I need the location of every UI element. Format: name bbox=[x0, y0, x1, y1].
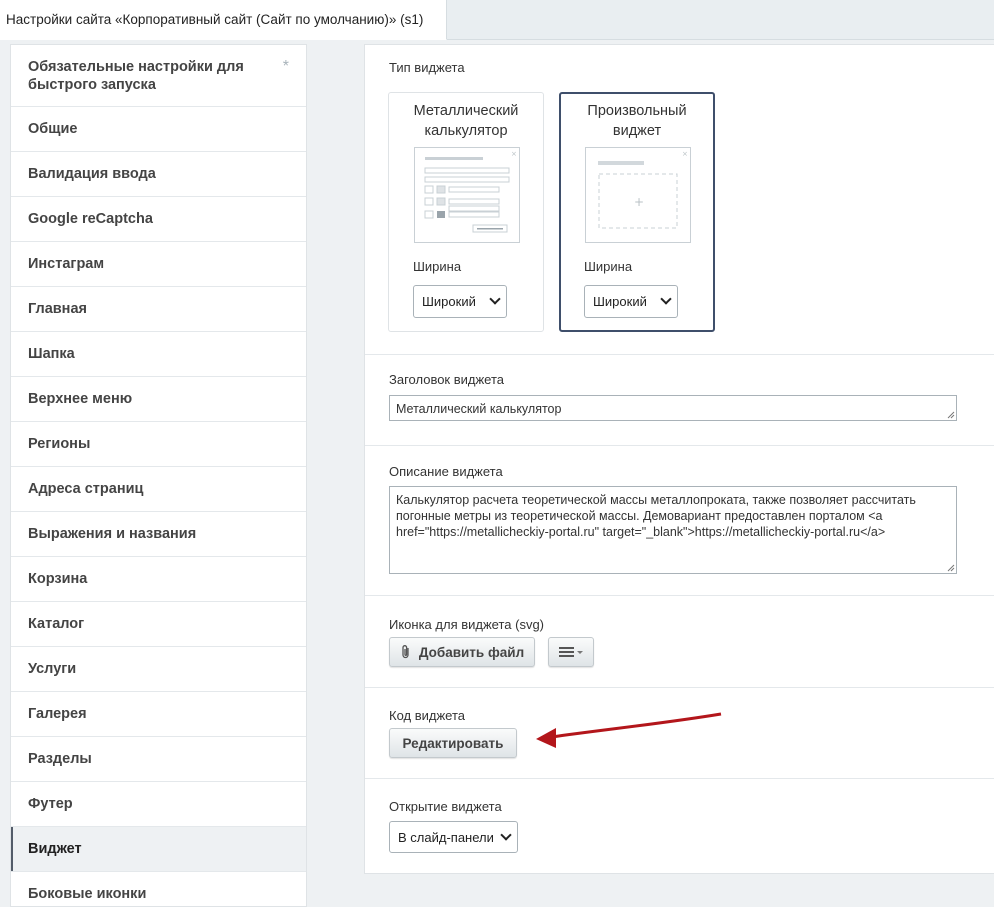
sidebar-item-main[interactable]: Главная bbox=[11, 287, 306, 332]
hamburger-icon bbox=[559, 647, 583, 657]
sidebar-item-label: Футер bbox=[28, 796, 73, 812]
calculator-preview-image: × bbox=[414, 147, 520, 243]
widget-description-textarea[interactable]: Калькулятор расчета теоретической массы … bbox=[389, 486, 957, 574]
sidebar-item-label: Разделы bbox=[28, 751, 92, 767]
widget-description-label: Описание виджета bbox=[389, 464, 503, 479]
sidebar-item-label: Регионы bbox=[28, 436, 91, 452]
sidebar-item-instagram[interactable]: Инстаграм bbox=[11, 242, 306, 287]
sidebar-item-cart[interactable]: Корзина bbox=[11, 557, 306, 602]
sidebar-item-sections[interactable]: Разделы bbox=[11, 737, 306, 782]
sidebar-item-gallery[interactable]: Галерея bbox=[11, 692, 306, 737]
sidebar-item-label: Главная bbox=[28, 301, 87, 317]
sidebar-item-label: Услуги bbox=[28, 661, 77, 677]
widget-title-input[interactable]: Металлический калькулятор bbox=[389, 395, 957, 421]
widget-code-section: Код виджета Редактировать bbox=[365, 688, 994, 779]
resize-handle-icon[interactable] bbox=[946, 410, 955, 419]
widget-type-section: Тип виджета Металлический калькулятор × bbox=[365, 45, 994, 355]
sidebar-item-side-icons[interactable]: Боковые иконки bbox=[11, 872, 306, 906]
sidebar-item-recaptcha[interactable]: Google reCaptcha bbox=[11, 197, 306, 242]
widget-icon-label: Иконка для виджета (svg) bbox=[389, 617, 545, 632]
sidebar-item-quick-start[interactable]: Обязательные настройки для быстрого запу… bbox=[11, 45, 306, 107]
widget-title-section: Заголовок виджета Металлический калькуля… bbox=[365, 355, 994, 446]
widget-icon-section: Иконка для виджета (svg) Добавить файл bbox=[365, 596, 994, 688]
sidebar-item-label: Корзина bbox=[28, 571, 88, 587]
sidebar-item-label: Шапка bbox=[28, 346, 75, 362]
width-select-value: Широкий bbox=[593, 294, 647, 309]
card-title: Произвольный виджет bbox=[587, 103, 687, 139]
widget-open-select[interactable]: В слайд-панели bbox=[389, 821, 518, 853]
sidebar-item-label: Обязательные настройки для быстрого запу… bbox=[28, 58, 244, 93]
width-select[interactable]: Широкий bbox=[413, 285, 507, 318]
sidebar-item-label: Валидация ввода bbox=[28, 166, 156, 182]
sidebar-item-label: Боковые иконки bbox=[28, 886, 147, 902]
tab-bar: Настройки сайта «Корпоративный сайт (Сай… bbox=[0, 0, 994, 40]
sidebar-item-label: Инстаграм bbox=[28, 256, 105, 272]
sidebar-item-header[interactable]: Шапка bbox=[11, 332, 306, 377]
file-menu-button[interactable] bbox=[548, 637, 594, 667]
widget-title-value: Металлический калькулятор bbox=[396, 402, 562, 416]
width-select-value: Широкий bbox=[422, 294, 476, 309]
sidebar-item-footer[interactable]: Футер bbox=[11, 782, 306, 827]
widget-type-card-calculator[interactable]: Металлический калькулятор × Ширина Широк… bbox=[388, 92, 544, 332]
chevron-down-icon bbox=[489, 293, 501, 305]
svg-text:×: × bbox=[682, 150, 688, 158]
widget-settings-panel: Тип виджета Металлический калькулятор × bbox=[364, 44, 994, 874]
svg-text:×: × bbox=[511, 150, 517, 158]
sidebar-item-general[interactable]: Общие bbox=[11, 107, 306, 152]
width-select[interactable]: Широкий bbox=[584, 285, 678, 318]
edit-code-button[interactable]: Редактировать bbox=[389, 728, 517, 758]
sidebar-item-label: Галерея bbox=[28, 706, 87, 722]
sidebar-item-top-menu[interactable]: Верхнее меню bbox=[11, 377, 306, 422]
sidebar-item-regions[interactable]: Регионы bbox=[11, 422, 306, 467]
widget-type-label: Тип виджета bbox=[389, 60, 465, 75]
sidebar-item-page-addresses[interactable]: Адреса страниц bbox=[11, 467, 306, 512]
widget-type-card-custom[interactable]: Произвольный виджет × + Ширина Широкий bbox=[559, 92, 715, 332]
custom-widget-preview-image: × + bbox=[585, 147, 691, 243]
card-title: Металлический калькулятор bbox=[413, 103, 519, 139]
sidebar-item-label: Верхнее меню bbox=[28, 391, 133, 407]
resize-handle-icon[interactable] bbox=[946, 563, 955, 572]
tab-site-settings[interactable]: Настройки сайта «Корпоративный сайт (Сай… bbox=[0, 0, 447, 40]
widget-code-label: Код виджета bbox=[389, 708, 466, 723]
chevron-down-icon bbox=[660, 293, 672, 305]
card-width-label: Ширина bbox=[584, 259, 633, 274]
add-file-button[interactable]: Добавить файл bbox=[389, 637, 535, 667]
card-width-label: Ширина bbox=[413, 259, 462, 274]
sidebar-item-label: Адреса страниц bbox=[28, 481, 144, 497]
required-star-icon: * bbox=[282, 58, 289, 75]
widget-open-value: В слайд-панели bbox=[398, 829, 494, 845]
settings-sidebar: Обязательные настройки для быстрого запу… bbox=[10, 44, 307, 907]
sidebar-item-phrases[interactable]: Выражения и названия bbox=[11, 512, 306, 557]
sidebar-item-label: Виджет bbox=[28, 841, 82, 857]
sidebar-item-widget[interactable]: Виджет bbox=[11, 827, 306, 872]
sidebar-item-label: Google reCaptcha bbox=[28, 211, 153, 227]
sidebar-item-label: Общие bbox=[28, 121, 78, 137]
chevron-down-icon bbox=[500, 829, 512, 841]
sidebar-item-label: Выражения и названия bbox=[28, 526, 197, 542]
widget-title-label: Заголовок виджета bbox=[389, 372, 505, 387]
widget-description-value: Калькулятор расчета теоретической массы … bbox=[396, 493, 916, 539]
svg-text:+: + bbox=[634, 195, 644, 209]
sidebar-item-validation[interactable]: Валидация ввода bbox=[11, 152, 306, 197]
edit-code-label: Редактировать bbox=[402, 735, 504, 751]
sidebar-item-label: Каталог bbox=[28, 616, 85, 632]
sidebar-item-services[interactable]: Услуги bbox=[11, 647, 306, 692]
widget-open-label: Открытие виджета bbox=[389, 799, 502, 814]
paperclip-icon bbox=[402, 645, 409, 659]
add-file-label: Добавить файл bbox=[418, 644, 525, 660]
widget-open-section: Открытие виджета В слайд-панели bbox=[365, 779, 994, 875]
sidebar-item-catalog[interactable]: Каталог bbox=[11, 602, 306, 647]
widget-description-section: Описание виджета Калькулятор расчета тео… bbox=[365, 446, 994, 596]
